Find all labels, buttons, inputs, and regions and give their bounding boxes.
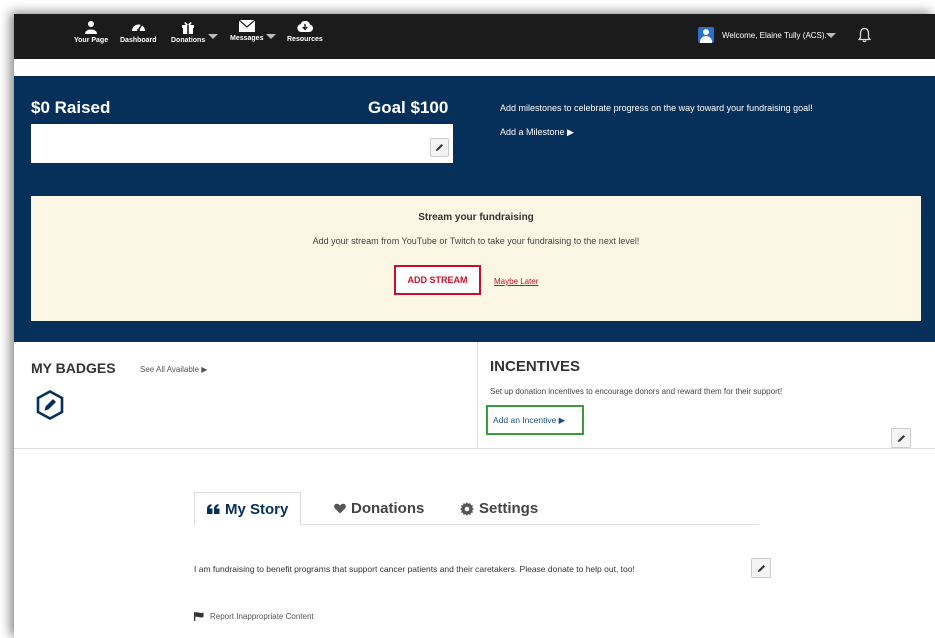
edit-goal-button[interactable] (430, 138, 449, 157)
story-text: I am fundraising to benefit programs tha… (194, 564, 635, 574)
see-all-badges-link[interactable]: See All Available ▶ (140, 365, 207, 374)
tab-label: My Story (225, 500, 289, 518)
nav-label: Resources (287, 36, 323, 43)
section-divider (14, 448, 935, 449)
tab-label: Settings (479, 500, 539, 517)
raised-amount: $0 Raised (31, 98, 111, 117)
user-icon (85, 21, 98, 34)
add-milestone-link[interactable]: Add a Milestone ▶ (500, 127, 574, 138)
report-content-link[interactable]: Report Inappropriate Content (194, 612, 314, 621)
top-nav-bar: Your Page Dashboard Donations Messages R… (14, 14, 935, 59)
nav-item-dashboard[interactable]: Dashboard (120, 20, 157, 44)
user-menu-caret-icon[interactable] (826, 33, 836, 38)
fundraising-panel: $0 Raised Goal $100 Add milestones to ce… (14, 76, 935, 342)
add-incentive-link[interactable]: Add an Incentive ▶ (486, 405, 584, 435)
bell-icon[interactable] (858, 27, 871, 43)
tab-donations[interactable]: Donations (334, 492, 424, 525)
stream-description: Add your stream from YouTube or Twitch t… (312, 236, 640, 246)
nav-item-donations[interactable]: Donations (171, 20, 205, 44)
cloud-download-icon (297, 20, 313, 32)
stream-promo-box: Stream your fundraising Add your stream … (31, 196, 921, 321)
story-tabs: My Story Donations Settings (194, 492, 759, 526)
add-stream-button[interactable]: ADD STREAM (394, 265, 481, 295)
avatar-icon (698, 27, 714, 43)
nav-item-resources[interactable]: Resources (287, 20, 323, 43)
quote-icon (207, 504, 220, 514)
nav-label: Your Page (74, 37, 109, 44)
heart-icon (334, 503, 346, 514)
goal-amount: Goal $100 (368, 98, 449, 117)
tab-my-story[interactable]: My Story (194, 492, 302, 526)
report-label: Report Inappropriate Content (210, 612, 314, 621)
pencil-icon (757, 564, 765, 572)
progress-bar (31, 124, 453, 163)
tab-settings[interactable]: Settings (460, 492, 538, 525)
nav-label: Messages (230, 35, 264, 42)
edit-incentives-button[interactable] (891, 428, 911, 448)
badge-pencil-icon (36, 390, 64, 420)
envelope-icon (238, 20, 255, 32)
incentives-heading: INCENTIVES (490, 358, 581, 375)
page-frame: Your Page Dashboard Donations Messages R… (14, 14, 935, 638)
donations-caret-icon[interactable] (208, 34, 218, 39)
pencil-icon (897, 434, 905, 442)
pencil-icon (436, 144, 443, 151)
tab-label: Donations (351, 500, 425, 517)
dashboard-icon (131, 24, 145, 32)
welcome-text: Welcome, Elaine Tully (ACS). (722, 30, 827, 40)
maybe-later-link[interactable]: Maybe Later (494, 277, 538, 286)
nav-label: Dashboard (120, 37, 157, 44)
nav-item-your-page[interactable]: Your Page (74, 20, 108, 44)
user-menu[interactable]: Welcome, Elaine Tully (ACS). (698, 27, 827, 43)
edit-story-button[interactable] (751, 558, 771, 578)
incentives-description: Set up donation incentives to encourage … (490, 387, 783, 396)
gift-icon (182, 22, 195, 34)
nav-item-messages[interactable]: Messages (230, 20, 263, 42)
messages-caret-icon[interactable] (266, 34, 276, 39)
nav-label: Donations (171, 37, 206, 44)
section-divider (477, 342, 478, 448)
badges-heading: MY BADGES (31, 360, 116, 376)
gear-icon (460, 501, 474, 516)
milestone-description: Add milestones to celebrate progress on … (500, 103, 813, 113)
flag-icon (194, 612, 204, 621)
stream-title: Stream your fundraising (418, 212, 534, 223)
